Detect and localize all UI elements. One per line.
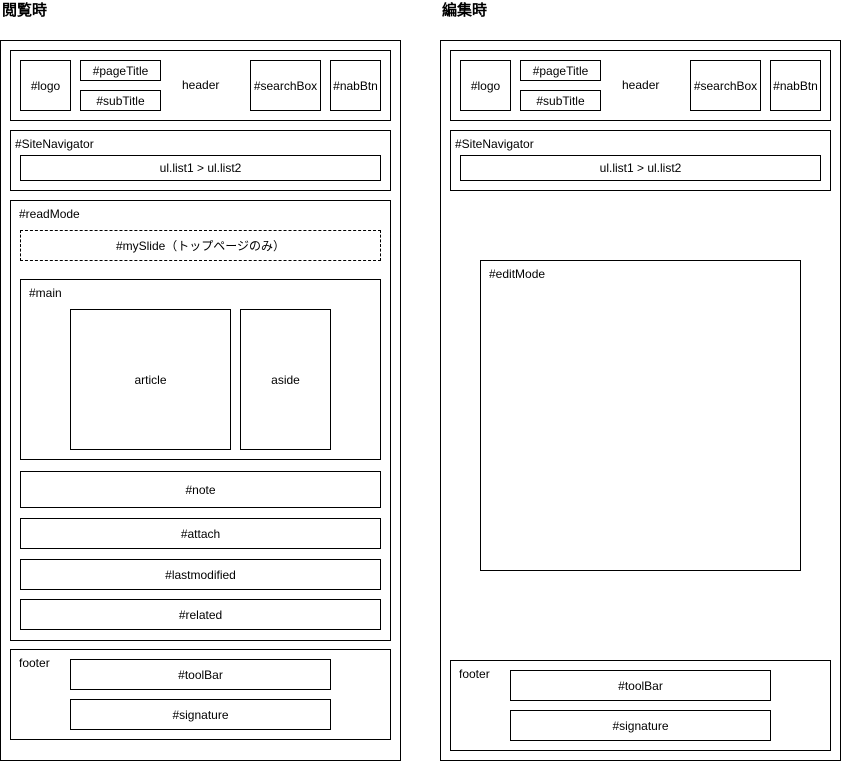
read-sub-title-box: #subTitle (80, 90, 161, 111)
edit-mode-label: #editMode (489, 267, 546, 281)
main-label: #main (29, 286, 62, 300)
read-mode-label: #readMode (19, 207, 80, 221)
attach-box: #attach (20, 518, 381, 549)
edit-signature-box: #signature (510, 710, 771, 741)
read-header-label: header (182, 78, 220, 92)
read-nab-btn-box: #nabBtn (330, 60, 381, 111)
edit-page-title-box: #pageTitle (520, 60, 601, 81)
related-box: #related (20, 599, 381, 630)
read-site-navigator-label: #SiteNavigator (15, 137, 94, 151)
edit-search-box: #searchBox (690, 60, 761, 111)
edit-header-label: header (622, 78, 660, 92)
read-panel-title: 閲覧時 (2, 1, 48, 19)
read-nav-list-box: ul.list1 > ul.list2 (20, 155, 381, 181)
edit-toolbar-box: #toolBar (510, 670, 771, 701)
note-box: #note (20, 471, 381, 508)
article-box: article (70, 309, 231, 450)
edit-site-navigator-label: #SiteNavigator (455, 137, 534, 151)
read-footer-label: footer (19, 656, 50, 670)
edit-nav-list-box: ul.list1 > ul.list2 (460, 155, 821, 181)
my-slide-box: #mySlide（トップページのみ） (20, 230, 381, 261)
read-signature-box: #signature (70, 699, 331, 730)
aside-box: aside (240, 309, 331, 450)
edit-logo-box: #logo (460, 60, 511, 111)
read-page-title-box: #pageTitle (80, 60, 161, 81)
lastmodified-box: #lastmodified (20, 559, 381, 590)
read-logo-box: #logo (20, 60, 71, 111)
edit-sub-title-box: #subTitle (520, 90, 601, 111)
read-toolbar-box: #toolBar (70, 659, 331, 690)
edit-panel-title: 編集時 (442, 1, 488, 19)
edit-nab-btn-box: #nabBtn (770, 60, 821, 111)
read-search-box: #searchBox (250, 60, 321, 111)
edit-mode-box (480, 260, 801, 571)
edit-footer-label: footer (459, 667, 490, 681)
